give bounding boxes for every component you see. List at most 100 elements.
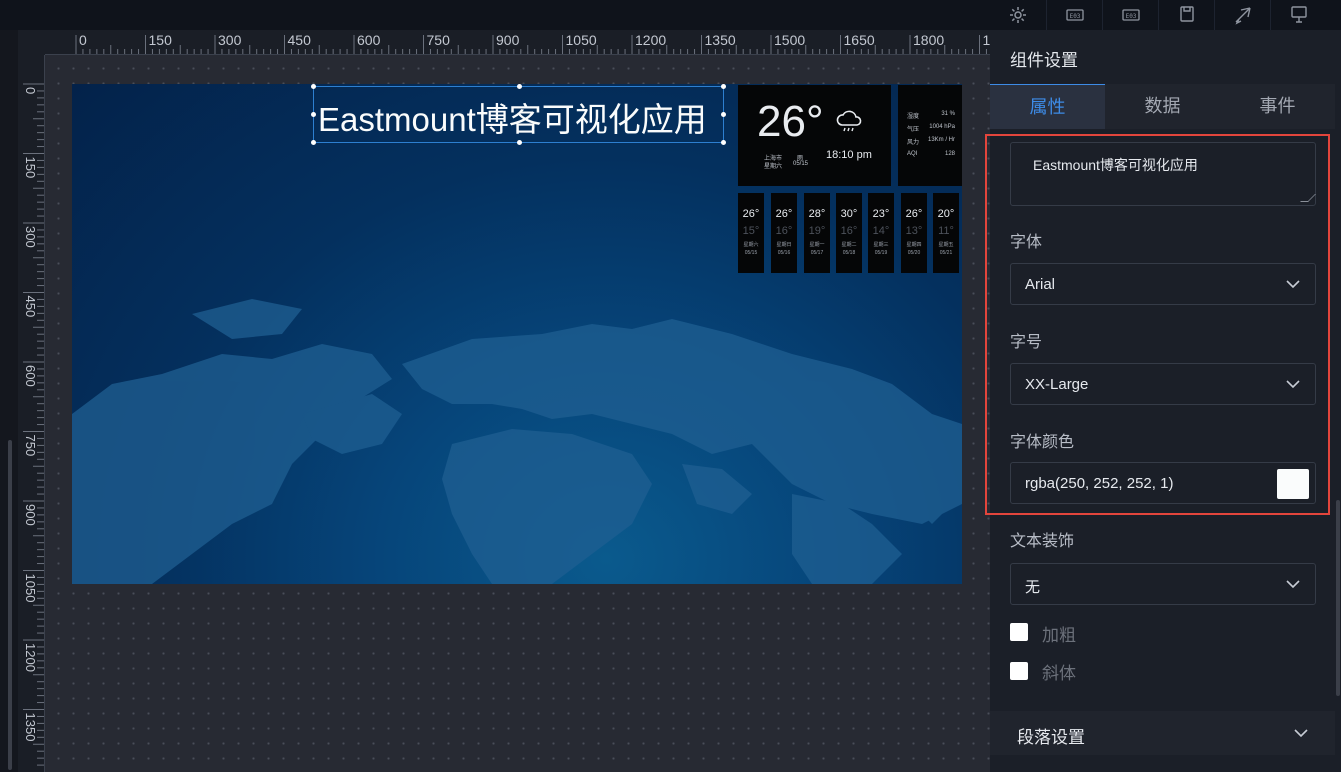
italic-label: 斜体 [1042,664,1076,683]
tab-events[interactable]: 事件 [1220,84,1335,129]
ruler-label: 300 [218,32,242,48]
resize-handle[interactable] [721,112,726,117]
save-button[interactable] [1158,0,1214,30]
resize-handle[interactable] [517,84,522,89]
ruler-label: 150 [149,32,173,48]
publish-button[interactable] [1214,0,1270,30]
weather-weekday: 星期六 [764,164,783,170]
vertical-ruler: 0 150 300 450 600 750 900 1050 1200 1350 [18,55,45,772]
svg-text:E03: E03 [1125,13,1136,20]
left-scroll-strip [0,30,18,772]
ruler-label: 1050 [23,574,38,603]
resize-handle[interactable] [721,140,726,145]
ruler-label: 450 [23,296,38,318]
horizontal-ruler: 0 150 300 450 600 750 900 1050 1200 1350 1500 1650 1… [45,30,990,55]
resize-handle[interactable] [311,112,316,117]
text-decoration-value: 无 [1025,579,1041,596]
tab-properties[interactable]: 属性 [990,84,1105,129]
font-size-value: XX-Large [1025,376,1089,393]
top-toolbar: E03 E03 [0,0,1341,30]
paragraph-settings-label: 段落设置 [1017,728,1085,747]
resize-handle[interactable] [517,140,522,145]
ruler-label: 1500 [774,32,805,48]
code-icon: E03 [1065,9,1084,21]
italic-checkbox[interactable] [1010,662,1028,680]
ruler-label: 450 [288,32,312,48]
ruler-label: 1 [983,32,991,48]
font-color-value: rgba(250, 252, 252, 1) [1025,475,1174,492]
detail-row: 风力 13Km / Hr [907,137,955,146]
font-select[interactable]: Arial [1010,263,1316,305]
ruler-corner [18,30,45,55]
forecast-day: 20° 11° 星期五 05/21 [933,193,959,273]
preview-icon [1290,6,1307,23]
settings-button[interactable] [990,0,1046,30]
bold-label: 加粗 [1042,626,1076,645]
forecast-day: 30° 16° 星期二 05/18 [836,193,862,273]
forecast-day: 26° 13° 星期四 05/20 [901,193,927,273]
chevron-down-icon [1286,380,1300,389]
resize-handle[interactable] [311,140,316,145]
ruler-label: 600 [357,32,381,48]
bold-checkbox[interactable] [1010,623,1028,641]
svg-text:E03: E03 [1069,13,1080,20]
ruler-label: 900 [496,32,520,48]
text-content-value: Eastmount博客可视化应用 [1033,157,1198,173]
font-size-label: 字号 [1010,334,1043,351]
paragraph-settings-section[interactable]: 段落设置 [990,711,1335,755]
publish-icon [1234,7,1251,25]
chevron-down-icon [1286,280,1300,289]
font-label: 字体 [1010,234,1043,251]
resize-handle[interactable] [311,84,316,89]
font-color-input[interactable]: rgba(250, 252, 252, 1) [1010,462,1316,504]
ruler-label: 0 [23,87,38,94]
panel-scrollbar[interactable] [1336,500,1340,696]
chevron-down-icon [1286,580,1300,589]
ruler-label: 900 [23,504,38,526]
ruler-label: 300 [23,226,38,248]
text-content-input[interactable]: Eastmount博客可视化应用 [1010,142,1316,206]
ruler-label: 600 [23,365,38,387]
ruler-label: 1200 [23,643,38,672]
code-button[interactable]: E03 [1046,0,1102,30]
settings-tabs: 属性 数据 事件 [990,84,1335,129]
forecast-day: 26° 16° 星期日 05/16 [771,193,797,273]
detail-row: 湿度 31 % [907,111,955,120]
title-text-component[interactable]: Eastmount博客可视化应用 [311,84,726,145]
chevron-down-icon [1294,729,1308,738]
ruler-label: 1350 [23,713,38,742]
resize-grip-icon[interactable] [1300,194,1316,202]
text-decoration-select[interactable]: 无 [1010,563,1316,605]
color-swatch[interactable] [1277,469,1309,499]
component-settings-panel: 组件设置 属性 数据 事件 Eastmount博客可视化应用 字体 Arial … [990,30,1341,772]
weather-widget[interactable]: 26° 上海市 雨 星期六 05/15 18:10 pm [738,85,891,186]
detail-row: AQI 128 [907,151,955,157]
ruler-label: 1800 [913,32,944,48]
weather-details: 湿度 31 % 气压 1004 hPa 风力 13Km / Hr AQI 128 [898,85,962,186]
text-decoration-label: 文本装饰 [1010,533,1075,550]
weather-time: 18:10 pm [826,149,872,161]
ruler-label: 1050 [566,32,597,48]
ruler-label: 1350 [705,32,736,48]
preview-button[interactable] [1270,0,1326,30]
current-temperature: 26° [757,97,824,146]
font-color-label: 字体颜色 [1010,434,1075,451]
ruler-label: 0 [79,32,87,48]
ruler-label: 1650 [844,32,875,48]
ruler-label: 750 [23,435,38,457]
weather-date: 05/15 [793,161,809,167]
ruler-label: 150 [23,157,38,179]
save-icon [1179,6,1194,22]
font-value: Arial [1025,276,1056,293]
panel-scrollbar-track [1335,30,1341,772]
tab-data[interactable]: 数据 [1105,84,1220,129]
vertical-scrollbar[interactable] [8,440,12,770]
code-icon: E03 [1121,9,1140,21]
detail-row: 气压 1004 hPa [907,124,955,133]
font-size-select[interactable]: XX-Large [1010,363,1316,405]
ruler-label: 1200 [635,32,666,48]
forecast-day: 23° 14° 星期三 05/19 [868,193,894,273]
code-button-2[interactable]: E03 [1102,0,1158,30]
resize-handle[interactable] [721,84,726,89]
rain-cloud-icon [836,110,862,132]
